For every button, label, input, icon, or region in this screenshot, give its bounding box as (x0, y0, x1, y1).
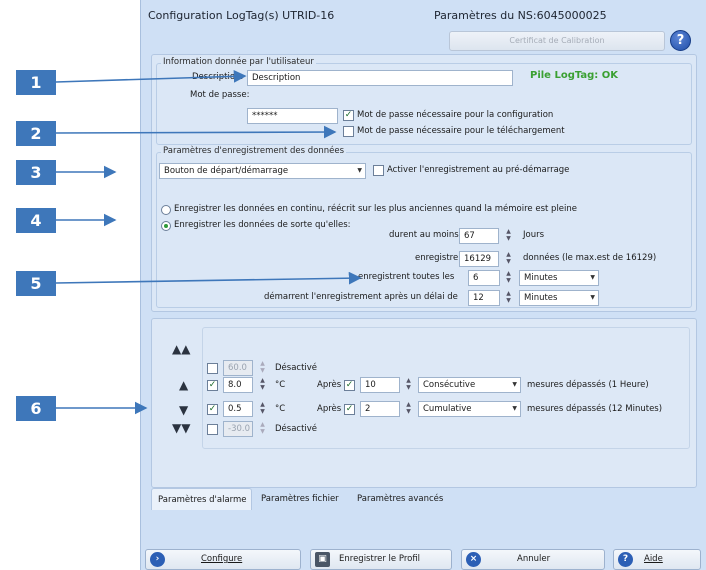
callout-arrow-1 (55, 69, 247, 83)
callout-arrow-5 (55, 271, 362, 285)
callout-arrow-2 (55, 125, 337, 139)
callout-arrows (55, 69, 362, 415)
